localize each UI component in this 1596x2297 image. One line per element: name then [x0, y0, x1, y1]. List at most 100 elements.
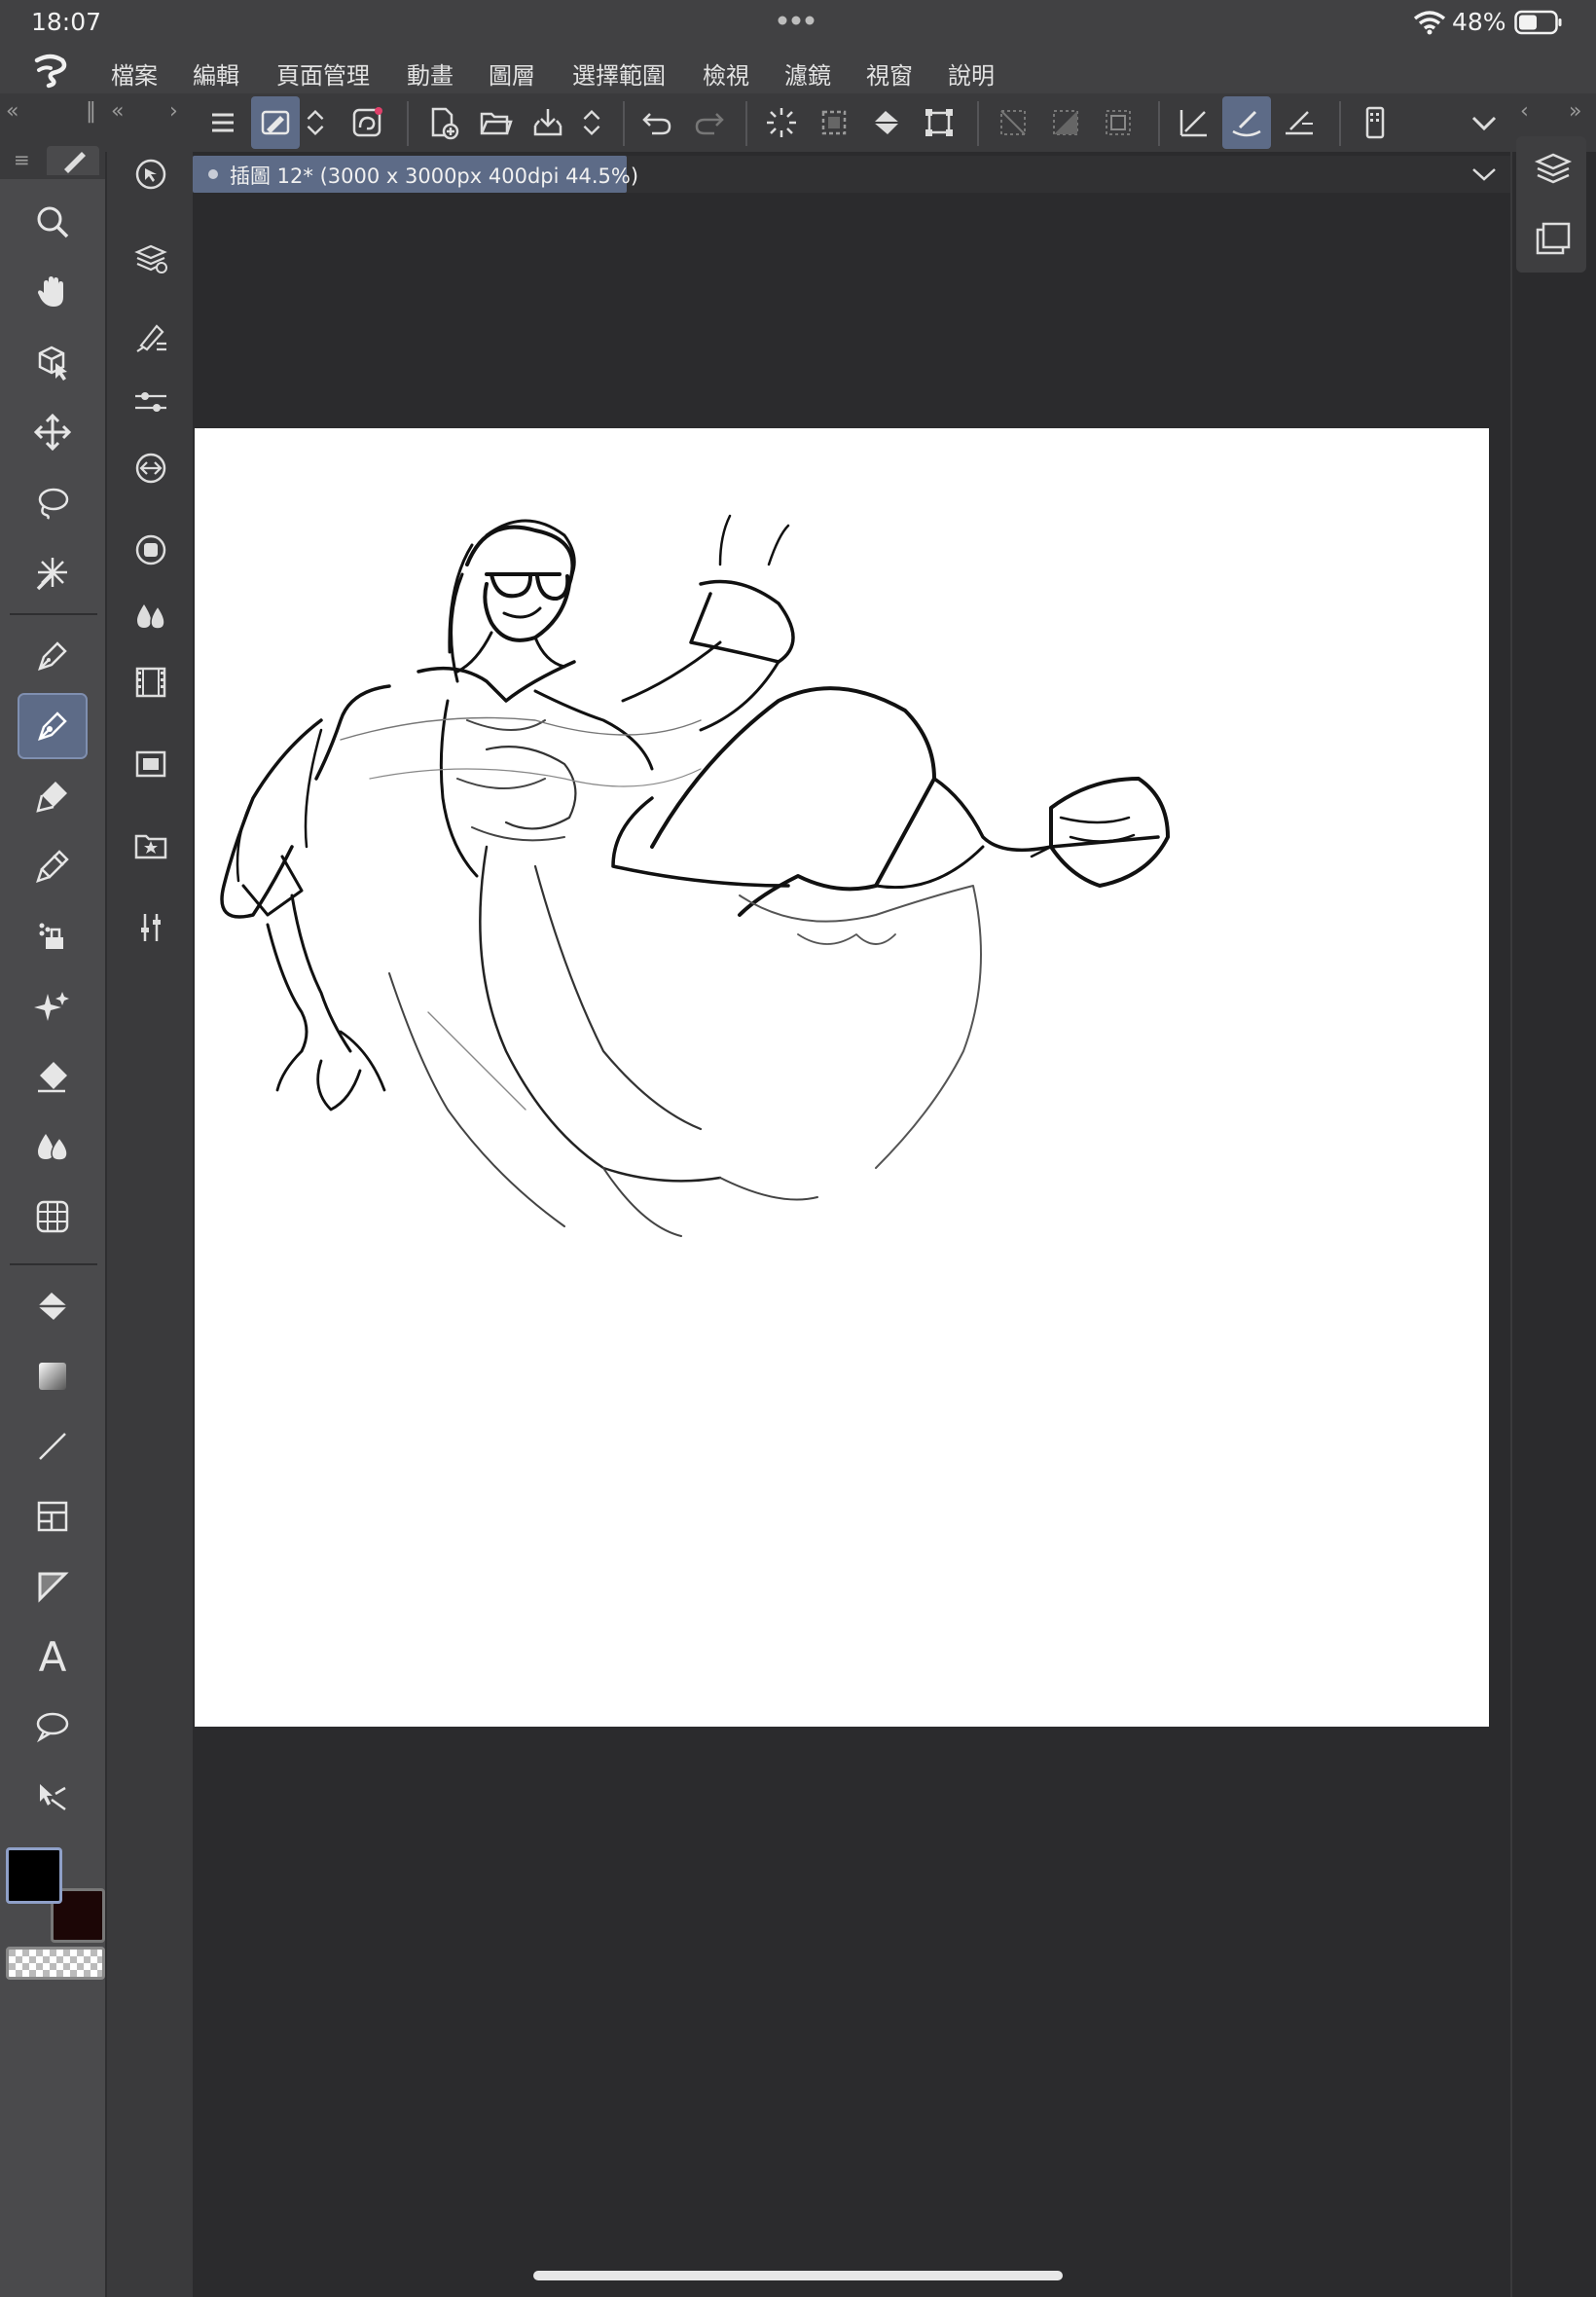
document-tab-title: 插圖 12* (3000 x 3000px 400dpi 44.5%): [230, 164, 639, 188]
clear-layer-icon[interactable]: [757, 96, 806, 149]
toolbar-separator: [623, 101, 625, 146]
intermediate-color-icon[interactable]: [127, 592, 175, 640]
blend-icon[interactable]: [19, 1115, 86, 1178]
updown-icon[interactable]: [298, 96, 333, 149]
quick-access-icon[interactable]: [251, 96, 300, 149]
eraser-icon[interactable]: [19, 1045, 86, 1108]
transparent-color-swatch[interactable]: [6, 1947, 105, 1980]
menu-help[interactable]: 說明: [948, 56, 995, 91]
frame-icon[interactable]: [19, 1485, 86, 1548]
color-set-icon[interactable]: [127, 526, 175, 574]
open-folder-icon[interactable]: [471, 96, 520, 149]
menu-view[interactable]: 檢視: [703, 56, 749, 91]
pencil-icon[interactable]: [18, 693, 88, 759]
palette-tab-pen-icon[interactable]: [47, 146, 99, 175]
palette-grip-icon[interactable]: ‖: [86, 99, 96, 124]
expand-subtool-icon[interactable]: ›: [169, 99, 178, 124]
redo-icon[interactable]: [685, 96, 734, 149]
menu-window[interactable]: 視窗: [866, 56, 913, 91]
text-icon[interactable]: A: [19, 1625, 86, 1688]
layer-property-panel-icon[interactable]: [1532, 218, 1575, 261]
multitasking-dots-icon[interactable]: [771, 6, 829, 35]
brush-icon[interactable]: [19, 765, 86, 827]
palette-separator: [10, 613, 97, 615]
main-color-swatch[interactable]: [6, 1847, 62, 1904]
toolbar-separator: [407, 101, 409, 146]
toolbar-expand-chevron-icon[interactable]: [1460, 96, 1508, 149]
sparkle-icon[interactable]: [19, 975, 86, 1038]
ruler-snap-icon[interactable]: [1170, 96, 1218, 149]
menu-animation[interactable]: 動畫: [407, 56, 453, 91]
snap-to-grid-icon[interactable]: [1275, 96, 1324, 149]
lasso-select-icon[interactable]: [19, 471, 86, 533]
deselect-icon[interactable]: [810, 96, 858, 149]
text-tool-glyph: A: [38, 1632, 67, 1681]
toolbar-separator: [977, 101, 979, 146]
decoration-icon[interactable]: [19, 905, 86, 967]
line-icon[interactable]: [19, 1415, 86, 1477]
move-icon[interactable]: [19, 401, 86, 463]
airbrush-icon[interactable]: [19, 835, 86, 897]
menu-page-management[interactable]: 頁面管理: [276, 56, 370, 91]
toolbar-separator: [1158, 101, 1160, 146]
app-logo-icon[interactable]: [29, 51, 72, 90]
new-canvas-icon[interactable]: [418, 96, 467, 149]
hamburger-menu-icon[interactable]: [199, 96, 247, 149]
color-wheel-icon[interactable]: [127, 444, 175, 492]
ruler-icon[interactable]: [19, 1555, 86, 1618]
zoom-icon[interactable]: [19, 191, 86, 253]
selection-mask-icon[interactable]: [989, 96, 1037, 149]
menu-layer[interactable]: 圖層: [489, 56, 535, 91]
brush-size-icon[interactable]: [127, 313, 175, 362]
device-settings-icon[interactable]: [1351, 96, 1399, 149]
companion-mode-icon[interactable]: [343, 96, 391, 149]
battery-icon: [1514, 10, 1563, 35]
tab-list-chevron-icon[interactable]: [1468, 160, 1501, 189]
sketch-artwork: [220, 514, 1170, 1237]
collapse-subtool-icon[interactable]: «: [111, 99, 124, 124]
balloon-icon[interactable]: [19, 1695, 86, 1758]
toolbar-separator: [745, 101, 747, 146]
invert-selection-icon[interactable]: [1041, 96, 1090, 149]
navigator-icon[interactable]: [127, 740, 175, 788]
collapse-left-icon[interactable]: «: [6, 99, 18, 124]
battery-percentage: 48%: [1452, 8, 1506, 36]
wifi-icon: [1413, 10, 1446, 35]
select-all-icon[interactable]: [1094, 96, 1143, 149]
drawing-canvas[interactable]: [195, 428, 1489, 1727]
transform-icon[interactable]: [915, 96, 963, 149]
unsaved-indicator: [208, 169, 218, 179]
material-icon[interactable]: [127, 821, 175, 870]
tool-settings-icon[interactable]: [127, 378, 175, 426]
fill-icon[interactable]: [19, 1275, 86, 1337]
collapse-right-icon[interactable]: »: [1569, 99, 1581, 124]
home-indicator[interactable]: [533, 2271, 1063, 2280]
updown-icon-2[interactable]: [574, 96, 609, 149]
menu-filter[interactable]: 濾鏡: [784, 56, 831, 91]
palette-separator: [10, 1263, 97, 1265]
fill-bucket-icon[interactable]: [862, 96, 911, 149]
menu-selection[interactable]: 選擇範圍: [572, 56, 666, 91]
pen-icon[interactable]: [19, 625, 86, 687]
layer-property-icon[interactable]: [127, 234, 175, 282]
object-select-icon[interactable]: [19, 331, 86, 393]
adjustment-sliders-icon[interactable]: [127, 903, 175, 952]
save-icon[interactable]: [524, 96, 572, 149]
snap-to-special-ruler-icon[interactable]: [1222, 96, 1271, 149]
property-panel-icon[interactable]: [127, 150, 175, 199]
figure-ruler-icon[interactable]: [19, 1185, 86, 1248]
tool-palette-header: ≡: [0, 142, 105, 179]
palette-menu-icon[interactable]: ≡: [14, 148, 30, 171]
gradient-icon[interactable]: [19, 1345, 86, 1407]
auto-select-icon[interactable]: [19, 541, 86, 603]
right-panel: [1510, 152, 1596, 2297]
timeline-icon[interactable]: [127, 658, 175, 707]
collapse-right-left-icon[interactable]: ‹: [1520, 99, 1529, 124]
menu-file[interactable]: 檔案: [111, 56, 158, 91]
menu-edit[interactable]: 編輯: [193, 56, 239, 91]
status-time: 18:07: [31, 8, 102, 36]
correct-line-icon[interactable]: [19, 1766, 86, 1828]
undo-icon[interactable]: [633, 96, 681, 149]
hand-icon[interactable]: [19, 261, 86, 323]
layer-panel-icon[interactable]: [1532, 148, 1575, 191]
